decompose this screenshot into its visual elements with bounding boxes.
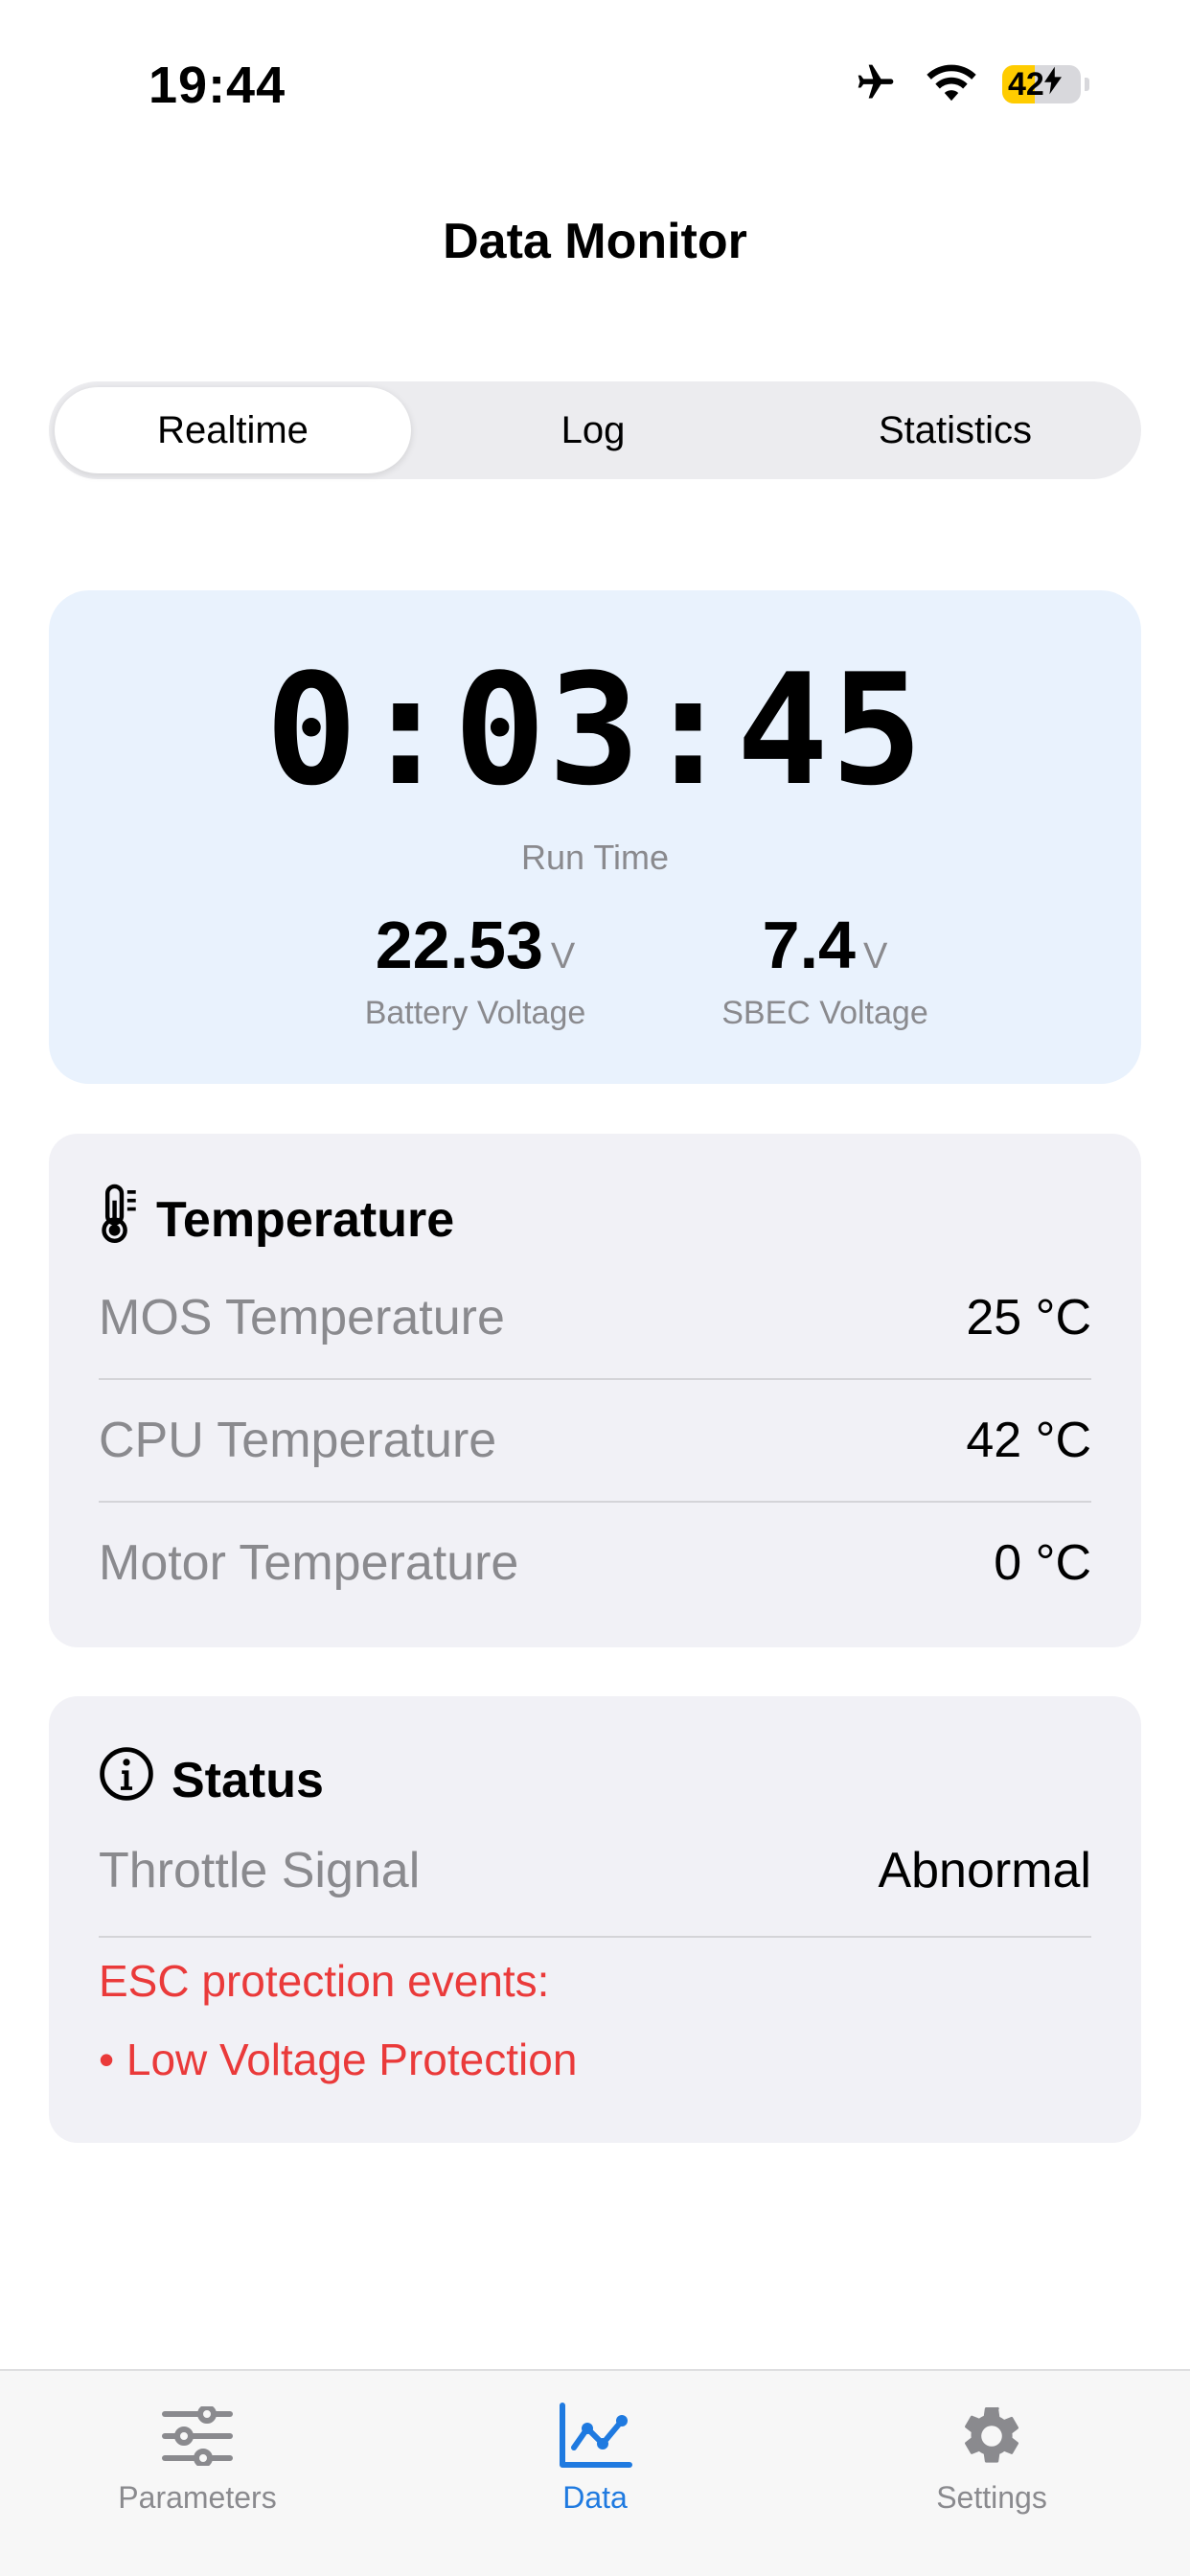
segmented-control: Realtime Log Statistics bbox=[49, 381, 1141, 479]
sbec-voltage-unit: V bbox=[862, 936, 888, 977]
runtime-card: 0:03:45 Run Time 22.53 V Battery Voltage … bbox=[49, 590, 1141, 1084]
sbec-voltage-value: 7.4 bbox=[762, 908, 856, 982]
battery-voltage-label: Battery Voltage bbox=[364, 995, 586, 1031]
thermometer-icon bbox=[99, 1184, 139, 1255]
charging-bolt-icon bbox=[1043, 66, 1062, 104]
segment-realtime[interactable]: Realtime bbox=[55, 387, 411, 473]
segment-statistics[interactable]: Statistics bbox=[775, 387, 1135, 473]
temperature-header: Temperature bbox=[99, 1184, 454, 1255]
list-item-motor-temperature: Motor Temperature 0 °C bbox=[99, 1502, 1091, 1624]
status-icons: 42 bbox=[851, 61, 1089, 107]
mos-temperature-label: MOS Temperature bbox=[99, 1290, 505, 1346]
tab-data[interactable]: Data bbox=[451, 2398, 739, 2516]
info-icon bbox=[99, 1746, 154, 1814]
tab-parameters[interactable]: Parameters bbox=[54, 2398, 341, 2516]
cpu-temperature-value: 42 °C bbox=[966, 1413, 1091, 1468]
run-time-label: Run Time bbox=[520, 838, 670, 877]
temperature-title: Temperature bbox=[156, 1191, 455, 1248]
divider bbox=[99, 1936, 1091, 1938]
tab-data-label: Data bbox=[562, 2480, 628, 2515]
run-time-value: 0:03:45 bbox=[264, 640, 926, 819]
battery-voltage-value: 22.53 bbox=[375, 908, 543, 982]
sbec-voltage-block: 7.4 V SBEC Voltage bbox=[662, 907, 988, 1032]
mos-temperature-value: 25 °C bbox=[966, 1290, 1091, 1346]
cpu-temperature-label: CPU Temperature bbox=[99, 1413, 497, 1468]
sbec-voltage-label: SBEC Voltage bbox=[721, 995, 928, 1031]
temperature-card: Temperature MOS Temperature 25 °C CPU Te… bbox=[49, 1134, 1141, 1647]
status-time: 19:44 bbox=[149, 57, 286, 114]
list-item-cpu-temperature: CPU Temperature 42 °C bbox=[99, 1379, 1091, 1502]
segment-log[interactable]: Log bbox=[411, 387, 775, 473]
battery-level: 42 bbox=[1008, 65, 1044, 103]
battery-voltage-block: 22.53 V Battery Voltage bbox=[288, 907, 662, 1032]
status-header: Status bbox=[99, 1746, 324, 1814]
protection-event-item: • Low Voltage Protection bbox=[99, 2035, 578, 2084]
motor-temperature-label: Motor Temperature bbox=[99, 1535, 519, 1591]
tab-bar: Parameters Data Settings bbox=[0, 2369, 1190, 2576]
battery-voltage-unit: V bbox=[550, 936, 576, 977]
battery-cap bbox=[1085, 78, 1089, 91]
battery-icon: 42 bbox=[1002, 65, 1081, 104]
page-title: Data Monitor bbox=[443, 214, 747, 269]
status-card: Status Throttle Signal Abnormal ESC prot… bbox=[49, 1696, 1141, 2143]
protection-events-title: ESC protection events: bbox=[99, 1956, 550, 2006]
gear-icon bbox=[848, 2398, 1135, 2474]
status-bar: 19:44 42 bbox=[0, 0, 1190, 172]
throttle-signal-label: Throttle Signal bbox=[99, 1843, 421, 1898]
motor-temperature-value: 0 °C bbox=[994, 1535, 1091, 1591]
list-item-mos-temperature: MOS Temperature 25 °C bbox=[99, 1256, 1091, 1379]
sliders-icon bbox=[54, 2398, 341, 2474]
status-title: Status bbox=[172, 1752, 324, 1808]
tab-parameters-label: Parameters bbox=[118, 2480, 277, 2515]
tab-settings[interactable]: Settings bbox=[848, 2398, 1135, 2516]
throttle-signal-value: Abnormal bbox=[878, 1843, 1091, 1898]
list-item-throttle-signal: Throttle Signal Abnormal bbox=[99, 1809, 1091, 1932]
airplane-icon bbox=[851, 61, 901, 108]
chart-icon bbox=[451, 2398, 739, 2474]
wifi-icon bbox=[926, 62, 977, 107]
tab-settings-label: Settings bbox=[936, 2480, 1047, 2515]
